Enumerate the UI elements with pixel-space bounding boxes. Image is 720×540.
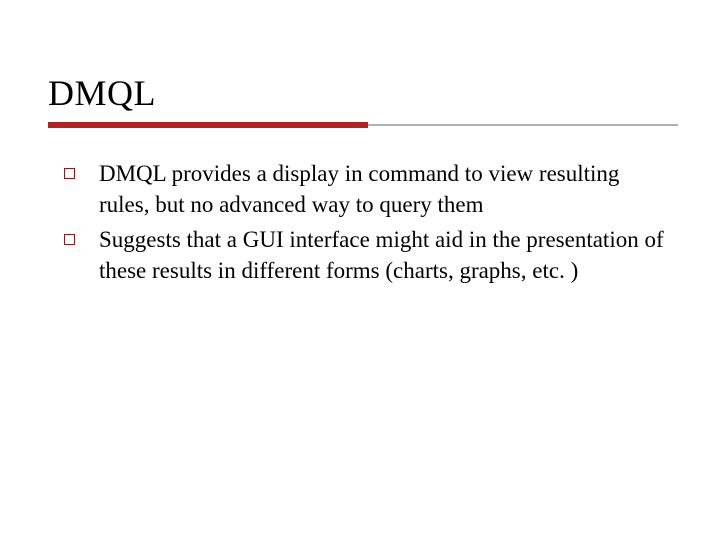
- list-item: DMQL provides a display in command to vi…: [64, 158, 672, 220]
- bullet-list: DMQL provides a display in command to vi…: [48, 158, 672, 286]
- slide-container: DMQL DMQL provides a display in command …: [0, 0, 720, 540]
- underline-gray-bar: [368, 124, 678, 126]
- square-bullet-icon: [64, 168, 75, 179]
- underline-red-bar: [48, 122, 368, 128]
- list-item: Suggests that a GUI interface might aid …: [64, 224, 672, 286]
- bullet-text: Suggests that a GUI interface might aid …: [99, 224, 672, 286]
- square-bullet-icon: [64, 234, 75, 245]
- slide-title: DMQL: [48, 72, 672, 114]
- title-underline: [48, 122, 672, 130]
- bullet-text: DMQL provides a display in command to vi…: [99, 158, 672, 220]
